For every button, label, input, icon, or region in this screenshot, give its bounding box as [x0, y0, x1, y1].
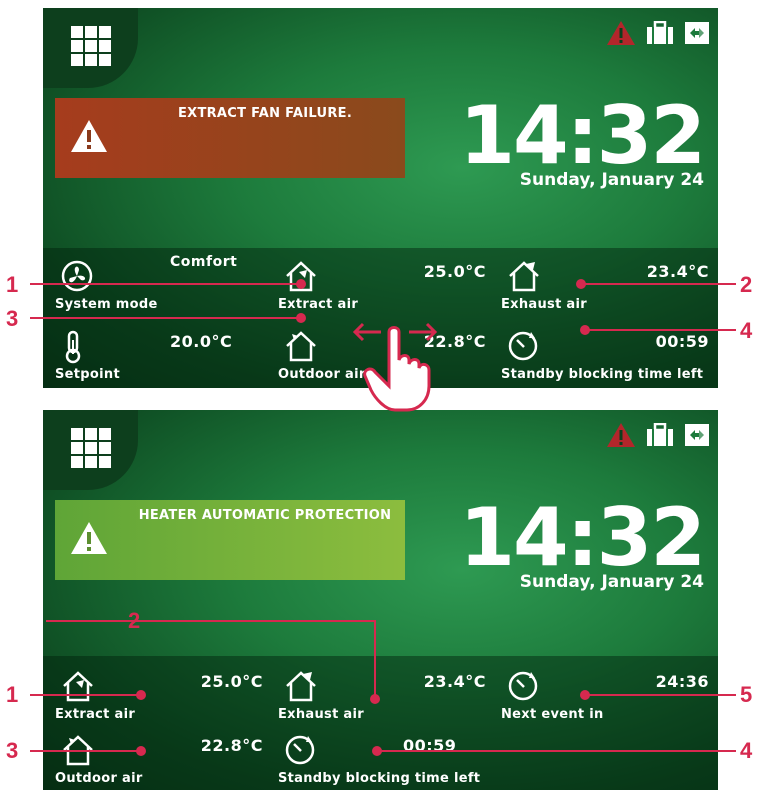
alarm-warning-icon	[71, 120, 107, 152]
callout-dot-4	[580, 325, 590, 335]
extract-air-label: Extract air	[55, 707, 136, 722]
next-event-value: 24:36	[655, 672, 709, 691]
alarm-message: EXTRACT FAN FAILURE.	[177, 106, 353, 121]
callout-number-2: 2	[740, 272, 753, 297]
callout-line-1	[30, 283, 300, 285]
exhaust-air-value: 23.4°C	[423, 672, 486, 691]
warning-icon[interactable]	[606, 20, 636, 46]
exhaust-air-label: Exhaust air	[278, 707, 364, 722]
door-exchange-icon[interactable]	[684, 423, 710, 447]
alarm-warning-icon	[71, 522, 107, 554]
next-event-label: Next event in	[501, 707, 604, 722]
callout-line-2b-h	[46, 620, 376, 622]
house-outdoor-icon	[286, 331, 316, 362]
status-bar	[606, 20, 710, 46]
alarm-banner[interactable]: EXTRACT FAN FAILURE.	[55, 98, 405, 178]
callout-number-1: 1	[6, 272, 19, 297]
system-mode-value: Comfort	[170, 254, 238, 270]
system-mode-label: System mode	[55, 297, 158, 312]
alarm-banner[interactable]: HEATER AUTOMATIC PROTECTION	[55, 500, 405, 580]
fan-icon	[61, 260, 93, 292]
tile-extract-air[interactable]: 25.0°C Extract air	[278, 256, 500, 312]
tile-setpoint[interactable]: 20.0°C Setpoint	[55, 326, 277, 382]
callout-line-4b	[376, 750, 736, 752]
callout-number-3: 3	[6, 306, 19, 331]
tile-standby-blocking[interactable]: 00:59 Standby blocking time left	[501, 326, 718, 382]
house-exhaust-icon	[286, 671, 316, 702]
tile-outdoor-air[interactable]: 22.8°C Outdoor air	[55, 730, 277, 786]
exhaust-air-label: Exhaust air	[501, 297, 587, 312]
callout-dot-2	[576, 279, 586, 289]
callout-line-5b	[584, 694, 736, 696]
menu-grid-icon[interactable]	[71, 26, 111, 66]
timer-icon	[508, 331, 538, 361]
standby-blocking-label: Standby blocking time left	[501, 367, 704, 382]
setpoint-value: 20.0°C	[170, 332, 233, 351]
tile-standby-blocking[interactable]: 00:59 Standby blocking time left	[278, 730, 500, 786]
tile-exhaust-air[interactable]: 23.4°C Exhaust air	[278, 666, 500, 722]
callout-dot-5b	[580, 690, 590, 700]
callout-number-3b: 3	[6, 738, 19, 763]
callout-dot-3b	[136, 746, 146, 756]
callout-line-1b	[30, 694, 140, 696]
thermometer-icon	[65, 330, 81, 364]
extract-air-value: 25.0°C	[200, 672, 263, 691]
callout-line-2b-v	[374, 620, 376, 698]
briefcase-icon[interactable]	[646, 423, 674, 447]
callout-number-5b: 5	[740, 682, 753, 707]
callout-number-4: 4	[740, 318, 753, 343]
callout-number-1b: 1	[6, 682, 19, 707]
extract-air-label: Extract air	[278, 297, 359, 312]
callout-line-2	[580, 283, 736, 285]
menu-grid-icon[interactable]	[71, 428, 111, 468]
timer-icon	[508, 671, 538, 701]
house-extract-icon	[63, 671, 93, 702]
callout-number-4b: 4	[740, 738, 753, 763]
outdoor-air-label: Outdoor air	[55, 771, 143, 786]
callout-line-4	[584, 329, 736, 331]
swipe-gesture-icon	[352, 322, 438, 412]
clock: 14:32 Sunday, January 24	[459, 491, 706, 593]
extract-air-value: 25.0°C	[423, 262, 486, 281]
callout-dot-3	[296, 313, 306, 323]
standby-blocking-value: 00:59	[655, 332, 709, 351]
house-exhaust-icon	[509, 261, 539, 292]
callout-dot-4b	[372, 746, 382, 756]
home-screen-bottom: HEATER AUTOMATIC PROTECTION 14:32 Sunday…	[43, 410, 718, 790]
callout-line-3b	[30, 750, 140, 752]
briefcase-icon[interactable]	[646, 21, 674, 45]
exhaust-air-value: 23.4°C	[646, 262, 709, 281]
status-bar	[606, 422, 710, 448]
timer-icon	[285, 735, 315, 765]
callout-dot-1	[296, 279, 306, 289]
callout-line-3	[30, 317, 300, 319]
standby-blocking-label: Standby blocking time left	[278, 771, 481, 786]
standby-blocking-value: 00:59	[403, 736, 457, 755]
callout-dot-1b	[136, 690, 146, 700]
door-exchange-icon[interactable]	[684, 21, 710, 45]
alarm-message: HEATER AUTOMATIC PROTECTION	[138, 508, 392, 523]
outdoor-air-value: 22.8°C	[200, 736, 263, 755]
clock-time: 14:32	[459, 491, 706, 584]
setpoint-label: Setpoint	[55, 367, 120, 382]
clock-time: 14:32	[459, 89, 706, 182]
warning-icon[interactable]	[606, 422, 636, 448]
clock: 14:32 Sunday, January 24	[459, 89, 706, 191]
callout-dot-2b	[370, 694, 380, 704]
